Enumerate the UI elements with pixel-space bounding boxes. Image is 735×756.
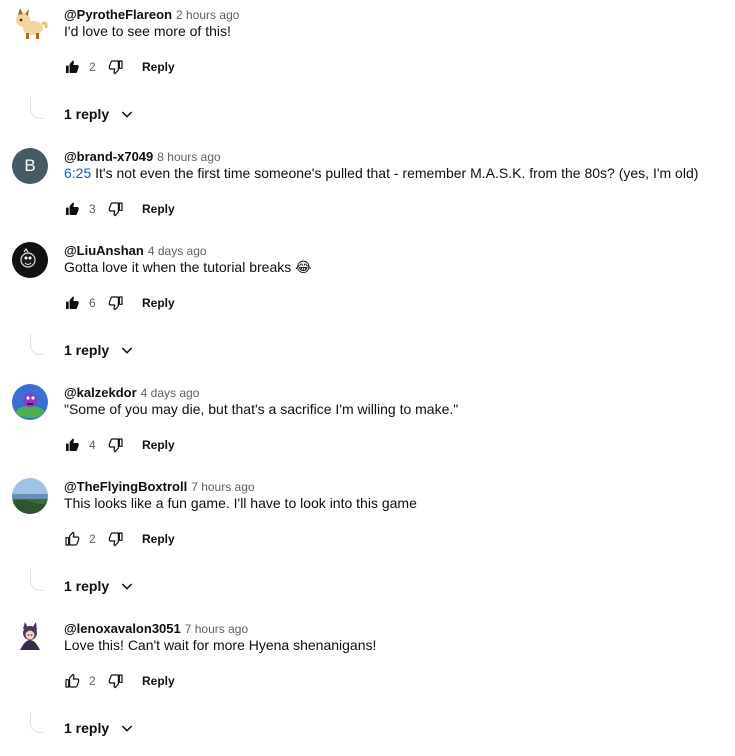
avatar[interactable] <box>12 384 48 420</box>
comment-text: "Some of you may die, but that's a sacri… <box>64 401 459 417</box>
replies-label: 1 reply <box>64 720 110 736</box>
comment-actions: 2 Reply <box>64 529 175 549</box>
thread-connector <box>30 712 43 733</box>
like-filled-icon[interactable] <box>64 201 80 217</box>
reply-button[interactable]: Reply <box>142 202 175 216</box>
reply-button[interactable]: Reply <box>142 438 175 452</box>
reply-button[interactable]: Reply <box>142 532 175 546</box>
like-count: 2 <box>89 60 96 74</box>
comment-time[interactable]: 7 hours ago <box>191 480 254 494</box>
like-filled-icon[interactable] <box>64 59 80 75</box>
comment-body: It's not even the first time someone's p… <box>95 165 699 181</box>
dislike-icon[interactable] <box>108 201 124 217</box>
comment-time[interactable]: 4 days ago <box>141 386 200 400</box>
dislike-icon[interactable] <box>108 437 124 453</box>
chevron-down-icon <box>119 720 135 736</box>
like-count: 3 <box>89 202 96 216</box>
view-replies-button[interactable]: 1 reply <box>64 104 135 124</box>
comment-actions: 3 Reply <box>64 199 175 219</box>
comment-author[interactable]: @lenoxavalon3051 <box>64 621 181 636</box>
reply-button[interactable]: Reply <box>142 674 175 688</box>
comment-actions: 4 Reply <box>64 435 175 455</box>
avatar[interactable]: B <box>12 148 48 184</box>
replies-label: 1 reply <box>64 106 110 122</box>
like-icon[interactable] <box>64 673 80 689</box>
comment-time[interactable]: 4 days ago <box>148 244 207 258</box>
comment-author[interactable]: @brand-x7049 <box>64 149 153 164</box>
like-count: 4 <box>89 438 96 452</box>
view-replies-button[interactable]: 1 reply <box>64 340 135 360</box>
replies-label: 1 reply <box>64 578 110 594</box>
comment-text: Gotta love it when the tutorial breaks 😂 <box>64 259 312 275</box>
comment-text: 6:25 It's not even the first time someon… <box>64 163 698 183</box>
comment-actions: 6 Reply <box>64 293 175 313</box>
like-count: 2 <box>89 532 96 546</box>
comment-actions: 2 Reply <box>64 57 175 77</box>
comment-time[interactable]: 7 hours ago <box>185 622 248 636</box>
dislike-icon[interactable] <box>108 531 124 547</box>
view-replies-button[interactable]: 1 reply <box>64 576 135 596</box>
comment-actions: 2 Reply <box>64 671 175 691</box>
thread-connector <box>30 98 43 119</box>
avatar[interactable] <box>12 242 48 278</box>
comment-author[interactable]: @LiuAnshan <box>64 243 144 258</box>
comment-time[interactable]: 8 hours ago <box>157 150 220 164</box>
like-count: 2 <box>89 674 96 688</box>
comment-text: I'd love to see more of this! <box>64 23 231 39</box>
like-count: 6 <box>89 296 96 310</box>
avatar[interactable] <box>12 620 48 656</box>
chevron-down-icon <box>119 106 135 122</box>
reply-button[interactable]: Reply <box>142 296 175 310</box>
avatar[interactable] <box>12 478 48 514</box>
like-icon[interactable] <box>64 531 80 547</box>
dislike-icon[interactable] <box>108 295 124 311</box>
comment-author[interactable]: @TheFlyingBoxtroll <box>64 479 187 494</box>
dislike-icon[interactable] <box>108 673 124 689</box>
avatar[interactable] <box>12 6 48 42</box>
dislike-icon[interactable] <box>108 59 124 75</box>
timestamp-link[interactable]: 6:25 <box>64 165 91 181</box>
comment-text: This looks like a fun game. I'll have to… <box>64 495 417 511</box>
thread-connector <box>30 334 43 355</box>
avatar-letter: B <box>24 156 36 175</box>
like-filled-icon[interactable] <box>64 295 80 311</box>
chevron-down-icon <box>119 578 135 594</box>
like-filled-icon[interactable] <box>64 437 80 453</box>
thread-connector <box>30 570 43 591</box>
replies-label: 1 reply <box>64 342 110 358</box>
chevron-down-icon <box>119 342 135 358</box>
reply-button[interactable]: Reply <box>142 60 175 74</box>
comment-text: Love this! Can't wait for more Hyena she… <box>64 637 377 653</box>
comment-author[interactable]: @PyrotheFlareon <box>64 7 172 22</box>
comment-time[interactable]: 2 hours ago <box>176 8 239 22</box>
view-replies-button[interactable]: 1 reply <box>64 718 135 738</box>
comment-author[interactable]: @kalzekdor <box>64 385 137 400</box>
